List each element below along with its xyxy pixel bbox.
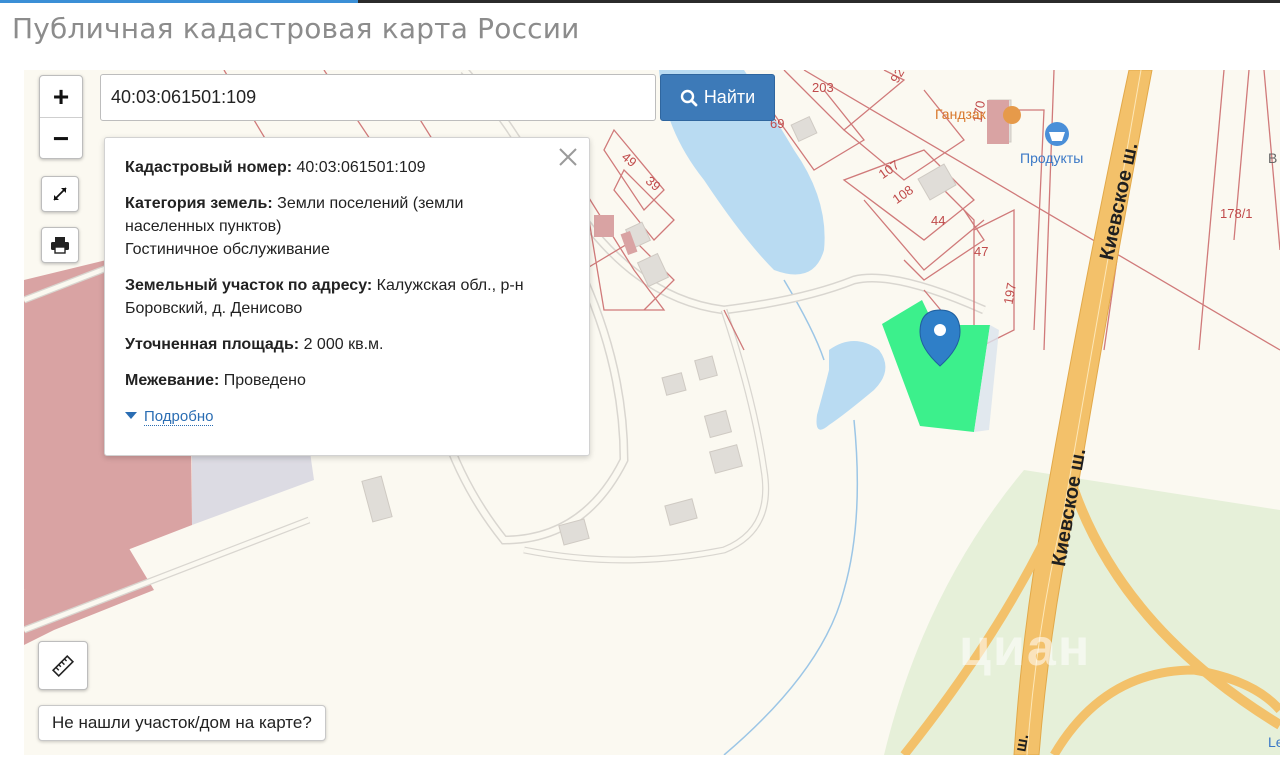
address-row: Земельный участок по адресу: Калужская о… <box>125 274 569 320</box>
plot-number: 47 <box>974 244 989 259</box>
plot-number: 44 <box>931 213 946 228</box>
area-label: Уточненная площадь: <box>125 336 300 353</box>
red-building-2 <box>987 100 1009 144</box>
watermark: циан <box>959 619 1092 677</box>
not-found-button[interactable]: Не нашли участок/дом на карте? <box>38 705 326 741</box>
shop-basket-icon <box>1045 122 1069 146</box>
land-category-row: Категория земель: Земли поселений (земли… <box>125 192 569 261</box>
plot-info-popup: Кадастровый номер: 40:03:061501:109 Кате… <box>104 137 590 456</box>
details-toggle[interactable]: Подробно <box>125 405 569 428</box>
edge-label: В <box>1268 150 1278 166</box>
ruler-button[interactable] <box>38 641 88 690</box>
cadastral-number-value: 40:03:061501:109 <box>296 159 426 176</box>
poi-label-gandzak: Гандзак <box>935 106 986 122</box>
details-link[interactable]: Подробно <box>144 408 214 426</box>
ruler-icon <box>51 654 75 677</box>
area-row: Уточненная площадь: 2 000 кв.м. <box>125 333 569 356</box>
fullscreen-button[interactable] <box>41 176 79 212</box>
top-bar-accent <box>0 0 358 3</box>
expand-icon <box>53 187 67 201</box>
survey-row: Межевание: Проведено <box>125 369 569 392</box>
search-button-label: Найти <box>703 87 756 107</box>
search-icon <box>680 89 698 106</box>
page-title: Публичная кадастровая карта России <box>12 12 580 45</box>
plot-number: 178/1 <box>1220 206 1253 221</box>
caret-down-icon <box>125 412 137 419</box>
survey-value: Проведено <box>223 372 306 389</box>
plot-number: 203 <box>812 80 834 95</box>
zoom-in-button[interactable]: + <box>40 76 82 117</box>
cafe-icon <box>1003 106 1021 124</box>
zoom-control: + − <box>39 75 83 159</box>
poi-label-products: Продукты <box>1020 150 1084 166</box>
survey-label: Межевание: <box>125 372 220 389</box>
edge-label: Le <box>1268 734 1280 750</box>
cadastral-number-row: Кадастровый номер: 40:03:061501:109 <box>125 156 569 179</box>
close-icon[interactable] <box>557 146 579 168</box>
land-use-value: Гостиничное обслуживание <box>125 241 330 258</box>
search-button[interactable]: Найти <box>660 74 775 121</box>
printer-icon <box>51 237 69 254</box>
search-input[interactable] <box>100 74 656 121</box>
print-button[interactable] <box>41 227 79 263</box>
zoom-out-button[interactable]: − <box>40 117 82 159</box>
address-label: Земельный участок по адресу: <box>125 277 373 294</box>
road-label: ш. <box>1012 732 1033 754</box>
stream-2 <box>723 419 859 755</box>
red-building <box>594 215 614 237</box>
land-category-label: Категория земель: <box>125 195 273 212</box>
pond-lower <box>816 341 886 430</box>
area-value: 2 000 кв.м. <box>303 336 384 353</box>
cadastral-number-label: Кадастровый номер: <box>125 159 293 176</box>
